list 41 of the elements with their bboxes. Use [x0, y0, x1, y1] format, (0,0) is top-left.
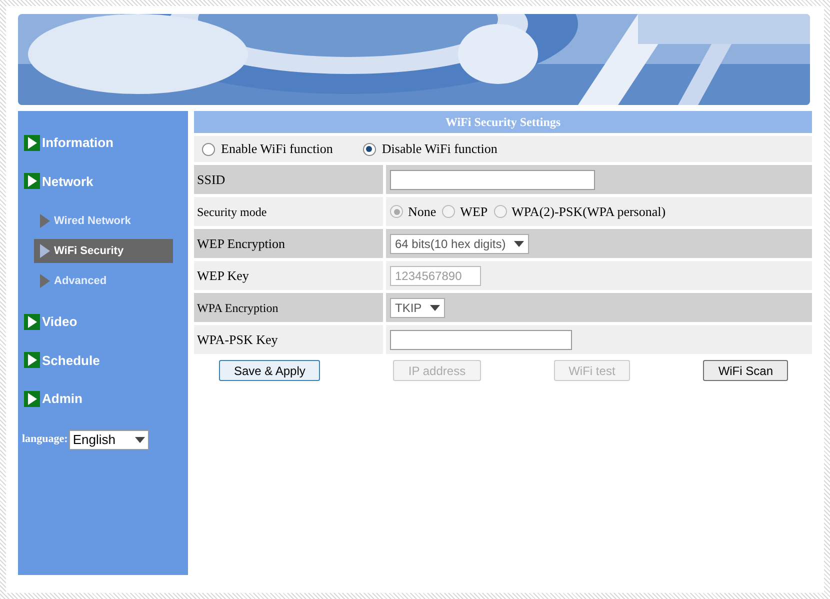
text-field[interactable]	[390, 170, 595, 190]
radio-label: Enable WiFi function	[221, 140, 333, 158]
language-label: language:	[22, 432, 68, 448]
nav-subitem[interactable]: WiFi Security	[34, 239, 173, 263]
play-icon	[24, 390, 40, 407]
caret-icon	[430, 304, 440, 310]
radio-button[interactable]	[202, 142, 215, 156]
action-button[interactable]: WiFi Scan	[703, 360, 788, 381]
radio-label: Disable WiFi function	[382, 140, 498, 158]
field-label: WEP Encryption	[197, 234, 285, 253]
field-label: SSID	[197, 170, 226, 189]
nav-link[interactable]: Video	[42, 312, 78, 332]
radio-button[interactable]	[362, 142, 376, 156]
play-icon	[40, 244, 50, 258]
nav-link[interactable]: Admin	[42, 389, 82, 408]
nav-subitem[interactable]: Wired Network	[34, 209, 173, 233]
play-icon	[40, 214, 50, 228]
text-field[interactable]	[390, 330, 572, 350]
radio-label: WPA(2)-PSK(WPA personal)	[512, 202, 666, 221]
caret-icon	[134, 436, 145, 442]
action-button[interactable]: Save & Apply	[219, 360, 320, 381]
panel-title: WiFi Security Settings	[194, 111, 812, 133]
caret-icon	[514, 240, 524, 246]
radio-label: None	[408, 202, 436, 221]
dropdown[interactable]: TKIP	[390, 298, 445, 318]
nav-link[interactable]: Information	[42, 133, 114, 152]
play-icon	[24, 134, 40, 151]
play-icon	[24, 352, 40, 368]
field-label: WPA-PSK Key	[197, 330, 278, 349]
play-icon	[24, 173, 40, 190]
field-label: Security mode	[197, 204, 267, 220]
play-icon	[40, 274, 50, 288]
field-label: WPA Encryption	[197, 300, 278, 316]
radio-label: WEP	[460, 202, 488, 221]
play-icon	[24, 314, 40, 330]
dropdown[interactable]: 64 bits(10 hex digits)	[390, 234, 529, 254]
language-select[interactable]: English	[68, 430, 149, 450]
nav-link[interactable]: Schedule	[42, 350, 100, 370]
nav-subitem[interactable]: Advanced	[34, 269, 173, 293]
field-label: WEP Key	[197, 266, 249, 285]
nav-link[interactable]: Network	[42, 172, 94, 191]
